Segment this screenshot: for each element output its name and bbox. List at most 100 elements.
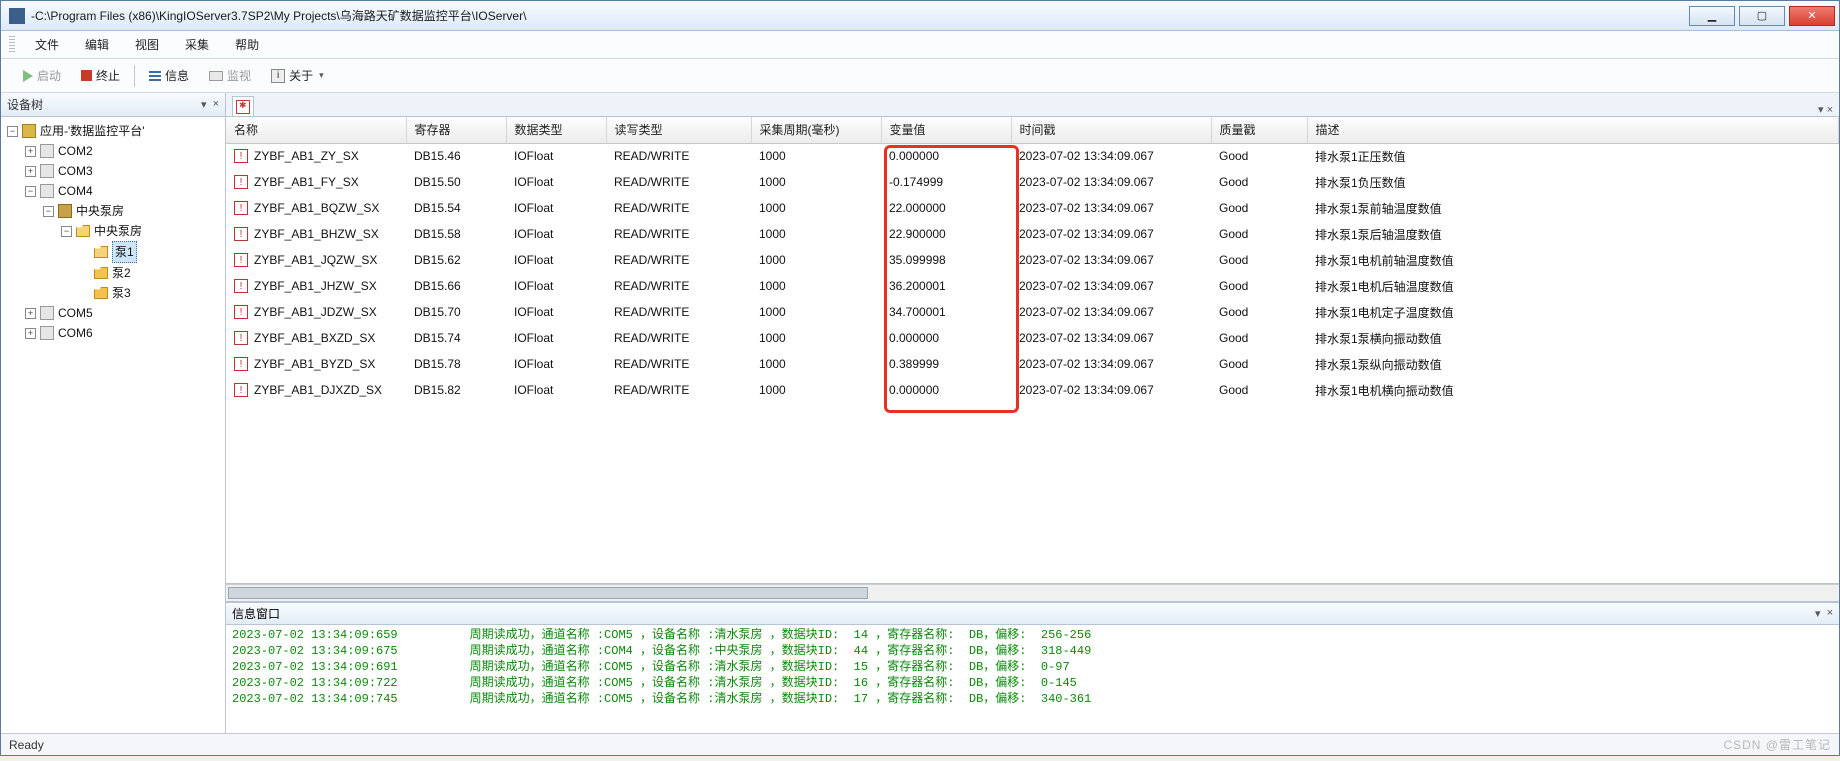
tag-grid[interactable]: 名称 寄存器 数据类型 读写类型 采集周期(毫秒) 变量值 时间戳 质量戳 描述… [226,117,1839,403]
pin-icon[interactable]: ▾ [201,98,207,111]
cell-rwtype: READ/WRITE [606,195,751,221]
log-line: 2023-07-02 13:34:09:745 周期读成功，通道名称 :COM5… [232,691,1833,707]
stop-button[interactable]: 终止 [75,65,126,86]
cell-register: DB15.58 [406,221,506,247]
cell-name: ZYBF_AB1_ZY_SX [254,149,359,163]
device-tree-header[interactable]: 设备树 ▾× [1,93,225,117]
info-header[interactable]: 信息窗口 ▾ × [226,603,1839,625]
tab-close-icon[interactable]: × [1827,104,1833,116]
info-log[interactable]: 2023-07-02 13:34:09:659 周期读成功，通道名称 :COM5… [226,625,1839,733]
table-row[interactable]: !ZYBF_AB1_DJXZD_SXDB15.82IOFloatREAD/WRI… [226,377,1839,403]
cell-name: ZYBF_AB1_BQZW_SX [254,201,379,215]
table-row[interactable]: !ZYBF_AB1_JQZW_SXDB15.62IOFloatREAD/WRIT… [226,247,1839,273]
tree-root[interactable]: 应用-'数据监控平台' [40,121,145,141]
minimize-button[interactable]: ▁ [1689,6,1735,26]
scroll-thumb[interactable] [228,587,868,599]
cell-name: ZYBF_AB1_BXZD_SX [254,331,375,345]
tag-icon: ! [234,279,248,293]
tree-dev2[interactable]: 中央泵房 [94,221,142,241]
cell-rwtype: READ/WRITE [606,169,751,195]
panel-close-icon[interactable]: × [1827,607,1833,620]
panel-close-icon[interactable]: × [213,98,219,111]
col-period[interactable]: 采集周期(毫秒) [751,117,881,143]
tree-com6[interactable]: COM6 [58,323,93,343]
folder-icon [94,287,108,299]
expander-icon[interactable]: − [25,186,36,197]
menu-help[interactable]: 帮助 [223,32,271,57]
cell-period: 1000 [751,247,881,273]
menu-file[interactable]: 文件 [23,32,71,57]
menu-collect[interactable]: 采集 [173,32,221,57]
about-button[interactable]: i关于▾ [265,65,330,86]
expander-icon[interactable]: − [7,126,18,137]
status-text: Ready [9,738,44,752]
expander-icon[interactable]: + [25,166,36,177]
maximize-button[interactable]: ▢ [1739,6,1785,26]
table-row[interactable]: !ZYBF_AB1_ZY_SXDB15.46IOFloatREAD/WRITE1… [226,143,1839,169]
cell-period: 1000 [751,195,881,221]
table-row[interactable]: !ZYBF_AB1_JHZW_SXDB15.66IOFloatREAD/WRIT… [226,273,1839,299]
col-name[interactable]: 名称 [226,117,406,143]
tree-com4[interactable]: COM4 [58,181,93,201]
cell-timestamp: 2023-07-02 13:34:09.067 [1011,247,1211,273]
cell-register: DB15.46 [406,143,506,169]
col-timestamp[interactable]: 时间戳 [1011,117,1211,143]
table-row[interactable]: !ZYBF_AB1_BXZD_SXDB15.74IOFloatREAD/WRIT… [226,325,1839,351]
col-value[interactable]: 变量值 [881,117,1011,143]
table-row[interactable]: !ZYBF_AB1_BHZW_SXDB15.58IOFloatREAD/WRIT… [226,221,1839,247]
cell-rwtype: READ/WRITE [606,325,751,351]
cell-quality: Good [1211,377,1307,403]
menu-view[interactable]: 视图 [123,32,171,57]
tree-pump3[interactable]: 泵3 [112,283,131,303]
col-rwtype[interactable]: 读写类型 [606,117,751,143]
cell-quality: Good [1211,143,1307,169]
table-row[interactable]: !ZYBF_AB1_JDZW_SXDB15.70IOFloatREAD/WRIT… [226,299,1839,325]
expander-icon[interactable]: − [43,206,54,217]
cell-value: 22.000000 [881,195,1011,221]
toolbar: 启动 终止 信息 监视 i关于▾ [1,59,1839,93]
expander-icon[interactable]: + [25,328,36,339]
grid-header-row[interactable]: 名称 寄存器 数据类型 读写类型 采集周期(毫秒) 变量值 时间戳 质量戳 描述 [226,117,1839,143]
tree-pump2[interactable]: 泵2 [112,263,131,283]
title-bar[interactable]: -C:\Program Files (x86)\KingIOServer3.7S… [1,1,1839,31]
menu-grip[interactable] [9,36,15,54]
info-panel: 信息窗口 ▾ × 2023-07-02 13:34:09:659 周期读成功，通道… [226,602,1839,733]
table-row[interactable]: !ZYBF_AB1_BYZD_SXDB15.78IOFloatREAD/WRIT… [226,351,1839,377]
monitor-button[interactable]: 监视 [203,65,257,86]
play-icon [23,70,33,82]
tree-com3[interactable]: COM3 [58,161,93,181]
tab-tags[interactable] [232,96,254,116]
tree-com5[interactable]: COM5 [58,303,93,323]
pin-icon[interactable]: ▾ [1815,607,1821,620]
start-button[interactable]: 启动 [17,65,67,86]
table-row[interactable]: !ZYBF_AB1_FY_SXDB15.50IOFloatREAD/WRITE1… [226,169,1839,195]
cell-register: DB15.74 [406,325,506,351]
info-title: 信息窗口 [232,605,280,622]
log-line: 2023-07-02 13:34:09:691 周期读成功，通道名称 :COM5… [232,659,1833,675]
col-description[interactable]: 描述 [1307,117,1839,143]
cell-timestamp: 2023-07-02 13:34:09.067 [1011,195,1211,221]
horizontal-scrollbar[interactable] [226,584,1839,602]
cell-value: -0.174999 [881,169,1011,195]
cell-datatype: IOFloat [506,299,606,325]
tree-dev1[interactable]: 中央泵房 [76,201,124,221]
device-tree[interactable]: −应用-'数据监控平台' +COM2 +COM3 −COM4 −中央泵房 [1,117,225,733]
menu-edit[interactable]: 编辑 [73,32,121,57]
tree-pump1[interactable]: 泵1 [112,241,137,263]
monitor-icon [209,71,223,81]
col-quality[interactable]: 质量戳 [1211,117,1307,143]
expander-icon[interactable]: + [25,308,36,319]
cell-value: 0.000000 [881,143,1011,169]
expander-icon[interactable]: + [25,146,36,157]
cell-datatype: IOFloat [506,247,606,273]
table-row[interactable]: !ZYBF_AB1_BQZW_SXDB15.54IOFloatREAD/WRIT… [226,195,1839,221]
cell-description: 排水泵1电机后轴温度数值 [1307,273,1839,299]
info-button[interactable]: 信息 [143,65,195,86]
col-register[interactable]: 寄存器 [406,117,506,143]
expander-icon[interactable]: − [61,226,72,237]
cell-period: 1000 [751,299,881,325]
col-datatype[interactable]: 数据类型 [506,117,606,143]
close-button[interactable]: ✕ [1789,6,1835,26]
tab-dropdown-icon[interactable]: ▾ [1818,104,1824,116]
tree-com2[interactable]: COM2 [58,141,93,161]
